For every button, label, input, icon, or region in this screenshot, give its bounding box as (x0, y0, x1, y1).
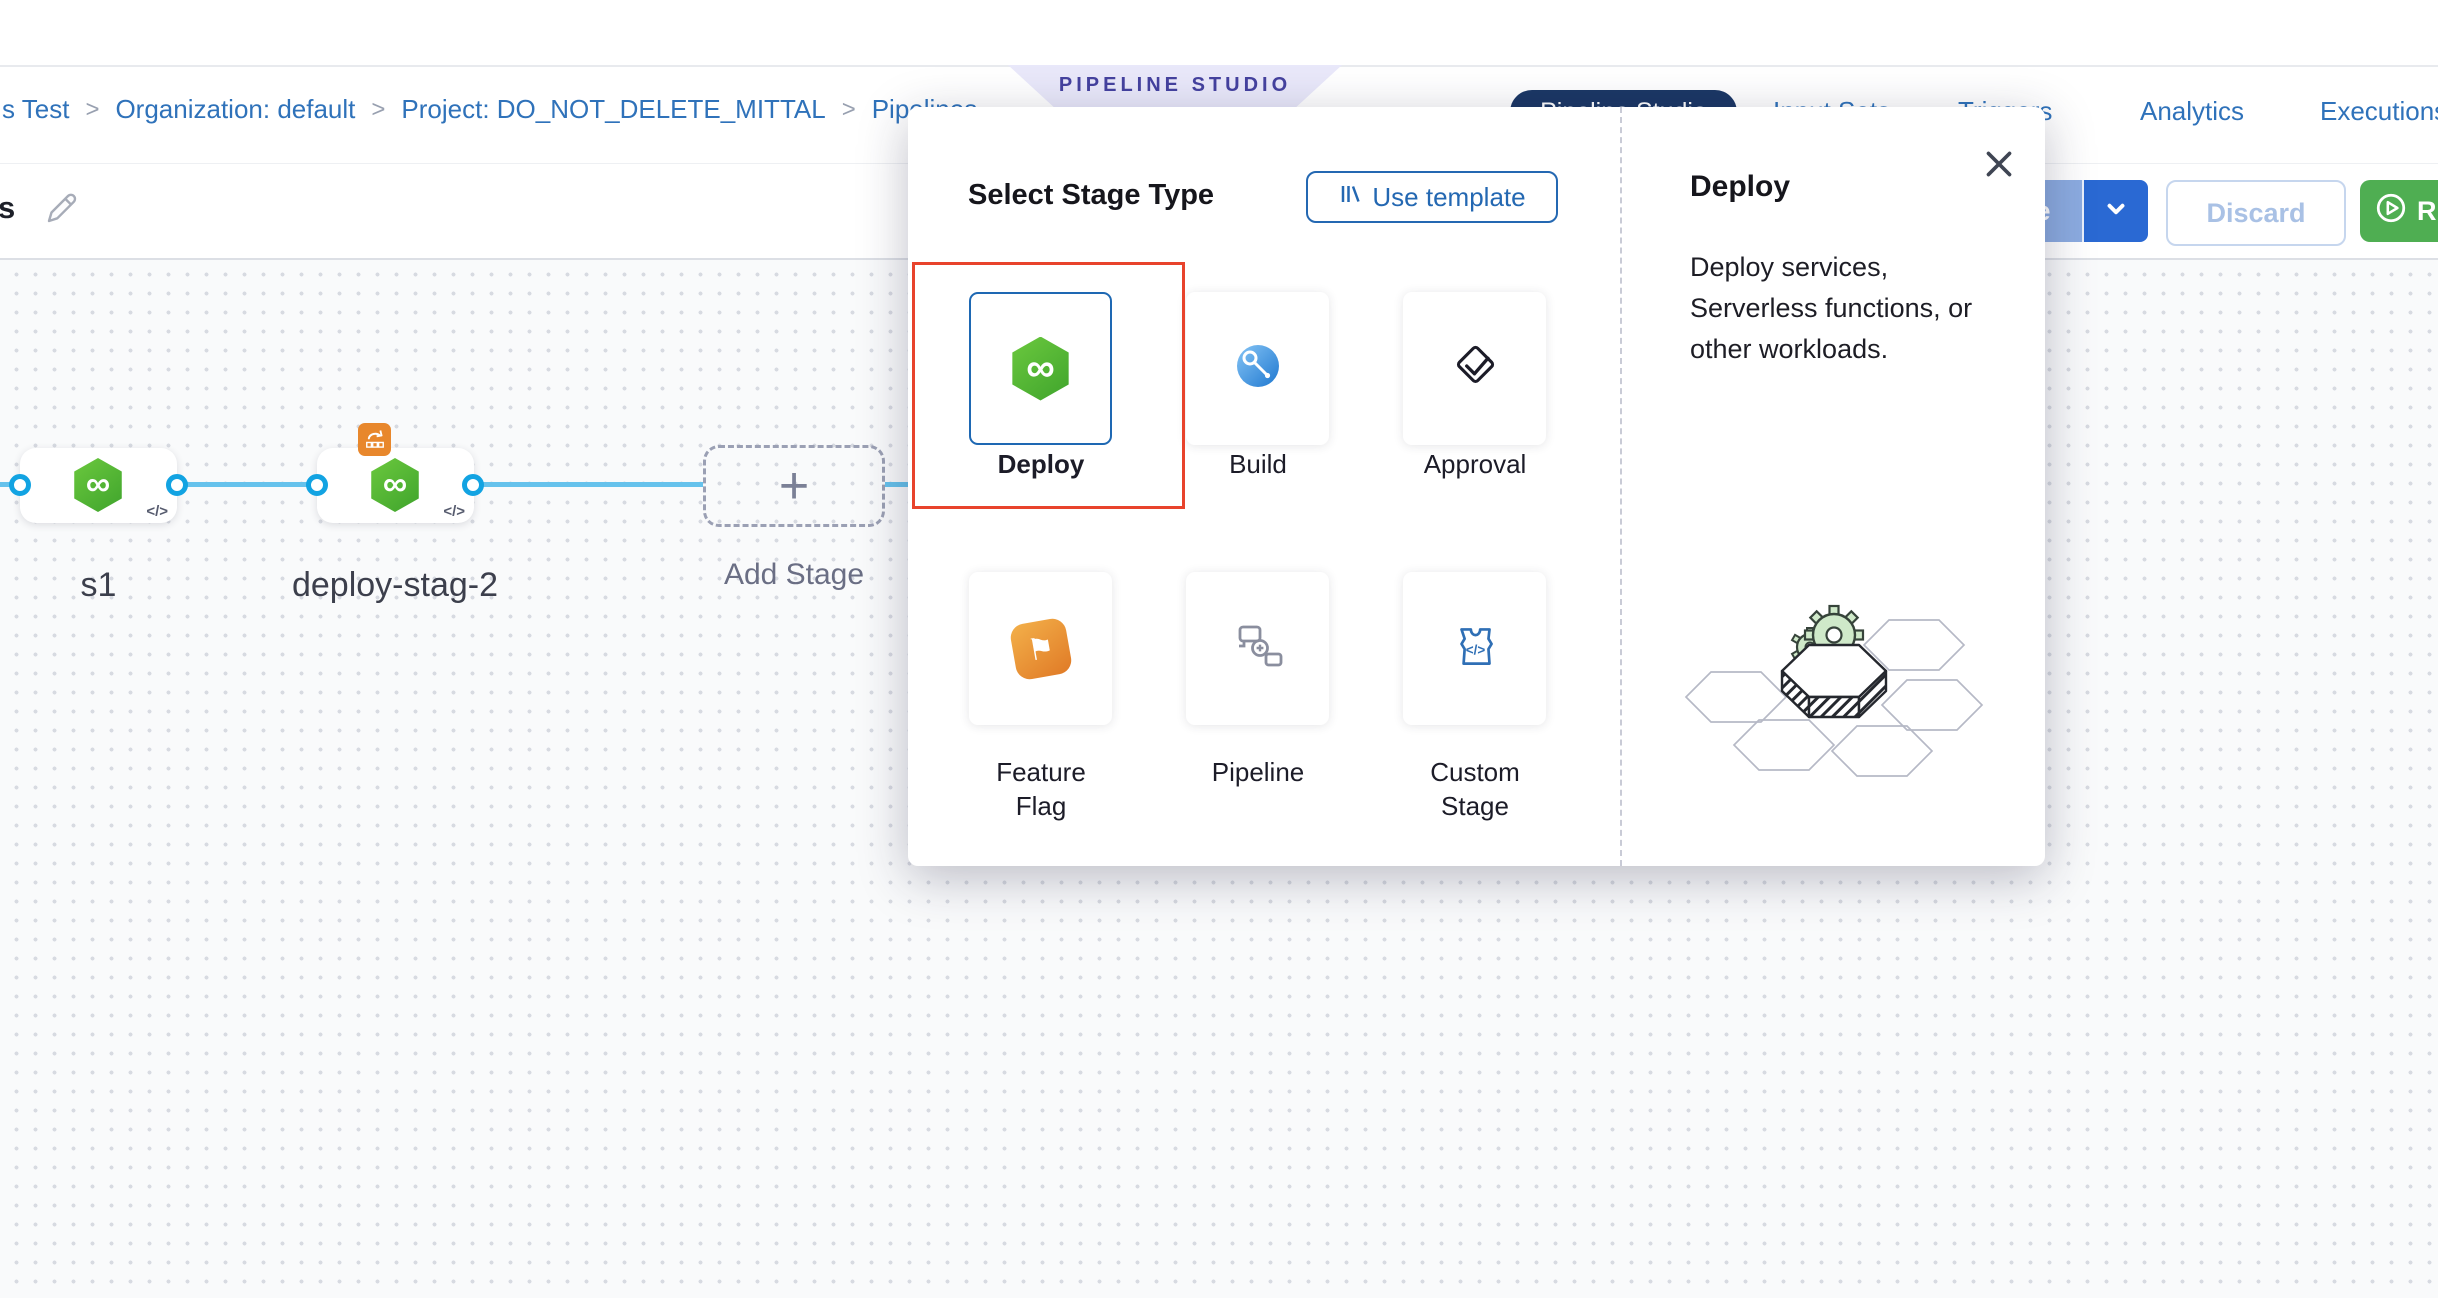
breadcrumb-separator: > (69, 96, 115, 124)
stage-type-label: Pipeline (1183, 755, 1333, 789)
feature-flag-icon: ⚑ (1008, 616, 1073, 681)
add-stage-button[interactable]: + (703, 445, 885, 527)
tab-executions[interactable]: Executions (2320, 96, 2438, 127)
chevron-down-icon (2103, 196, 2129, 227)
stage-type-pipeline[interactable] (1186, 572, 1329, 725)
pipeline-studio-badge: PIPELINE STUDIO (1008, 65, 1342, 108)
save-dropdown-button[interactable] (2082, 180, 2148, 242)
stage-detail-description: Deploy services, Serverless functions, o… (1690, 247, 2000, 370)
close-icon[interactable] (1980, 145, 2018, 183)
pipeline-chain-icon (1230, 618, 1286, 679)
use-template-button[interactable]: Use template (1306, 171, 1558, 223)
stage-type-label: Approval (1400, 447, 1550, 481)
modal-divider (1620, 107, 1622, 866)
deploy-hexagon-icon: ∞ (1009, 337, 1073, 401)
rollback-steps-badge-icon (358, 423, 391, 456)
stage-label: s1 (20, 566, 177, 605)
stage-type-label: Deploy (966, 447, 1116, 481)
stage-node-deploy-stag-2[interactable]: ∞ </> (317, 448, 474, 523)
custom-stage-icon: </> (1446, 617, 1504, 680)
stage-node-s1[interactable]: ∞ </> (20, 448, 177, 523)
breadcrumb-separator: > (826, 96, 872, 124)
stage-type-label: Custom Stage (1415, 755, 1535, 823)
stage-label: deploy-stag-2 (245, 566, 545, 605)
breadcrumb-project[interactable]: Project: DO_NOT_DELETE_MITTAL (401, 94, 825, 125)
code-view-icon[interactable]: </> (443, 503, 465, 520)
add-stage-label: Add Stage (703, 558, 885, 592)
modal-title: Select Stage Type (968, 179, 1214, 212)
stage-type-deploy[interactable]: ∞ (969, 292, 1112, 445)
harness-cd-hexagon-icon: ∞ (71, 458, 125, 512)
breadcrumb-account[interactable]: s Test (2, 94, 69, 125)
play-circle-icon (2374, 191, 2408, 232)
discard-button[interactable]: Discard (2166, 180, 2346, 246)
stage-type-build[interactable] (1186, 292, 1329, 445)
select-stage-type-modal: Select Stage Type Use template ∞ (908, 107, 2045, 866)
approval-stamp-icon (1446, 337, 1504, 400)
code-view-icon[interactable]: </> (146, 503, 168, 520)
pipeline-name: s (0, 190, 15, 226)
breadcrumb-separator: > (355, 96, 401, 124)
node-port[interactable] (166, 474, 188, 496)
build-ci-icon (1230, 338, 1286, 399)
tab-analytics[interactable]: Analytics (2140, 96, 2244, 127)
harness-cd-hexagon-icon: ∞ (368, 458, 422, 512)
connector-line (177, 482, 317, 487)
stage-type-label: Feature Flag (981, 755, 1101, 823)
node-port[interactable] (9, 474, 31, 496)
stage-type-approval[interactable] (1403, 292, 1546, 445)
breadcrumb: s Test > Organization: default > Project… (2, 94, 977, 125)
use-template-label: Use template (1372, 182, 1525, 213)
edit-pencil-icon[interactable] (40, 188, 80, 237)
pipeline-studio-page: s Test > Organization: default > Project… (0, 0, 2438, 1298)
stage-type-feature-flag[interactable]: ⚑ (969, 572, 1112, 725)
breadcrumb-organization[interactable]: Organization: default (115, 94, 355, 125)
run-button[interactable]: Run (2360, 180, 2438, 242)
connector-line (473, 482, 703, 487)
top-bar (0, 0, 2438, 67)
stage-type-custom[interactable]: </> (1403, 572, 1546, 725)
svg-text:</>: </> (1465, 642, 1485, 657)
template-library-icon (1338, 182, 1362, 213)
stage-detail-title: Deploy (1690, 170, 1790, 204)
plus-icon: + (779, 456, 809, 516)
deploy-illustration (1674, 579, 1994, 794)
node-port[interactable] (306, 474, 328, 496)
run-button-label: Run (2417, 196, 2438, 227)
stage-type-label: Build (1183, 447, 1333, 481)
node-port[interactable] (462, 474, 484, 496)
